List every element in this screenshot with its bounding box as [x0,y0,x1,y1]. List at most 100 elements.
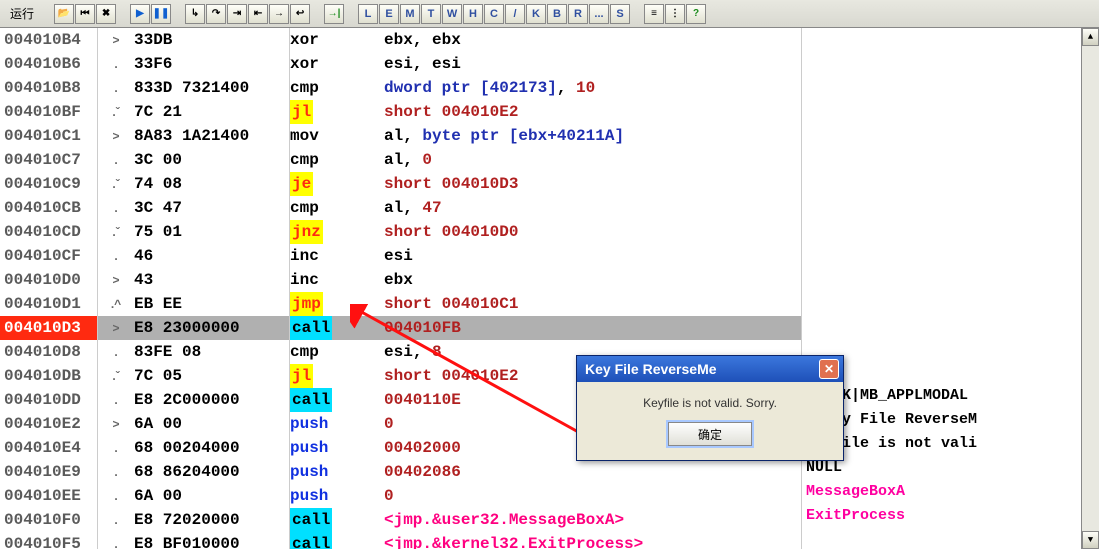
disasm-row[interactable]: 004010D3>E8 23000000call004010FB [0,316,801,340]
address-cell: 004010CF [0,244,98,268]
tb-view-k[interactable]: K [526,4,546,24]
hex-cell: 3C 47 [134,196,290,220]
disasm-row[interactable]: 004010C9.ˇ74 08jeshort 004010D3 [0,172,801,196]
scroll-down-icon[interactable]: ▼ [1082,531,1099,549]
address-cell: 004010C7 [0,148,98,172]
tb-view-e[interactable]: E [379,4,399,24]
tb-view-c[interactable]: C [484,4,504,24]
tb-rewind-icon[interactable]: ⏮ [75,4,95,24]
disasm-row[interactable]: 004010BF.ˇ7C 21jlshort 004010E2 [0,100,801,124]
tb-trace2-icon[interactable]: ⇤ [248,4,268,24]
disasm-row[interactable]: 004010D1.^EB EEjmpshort 004010C1 [0,292,801,316]
disasm-row[interactable]: 004010D0>43incebx [0,268,801,292]
mark-cell: .ˇ [98,172,134,196]
tb-stepinto-icon[interactable]: ↳ [185,4,205,24]
tb-view-...[interactable]: ... [589,4,609,24]
disasm-row[interactable]: 004010CF.46incesi [0,244,801,268]
tb-goto-icon[interactable]: →| [324,4,344,24]
tb-view-m[interactable]: M [400,4,420,24]
disasm-row[interactable]: 004010C7.3C 00cmpal, 0 [0,148,801,172]
hex-cell: 833D 7321400 [134,76,290,100]
tb-help-icon[interactable]: ? [686,4,706,24]
mnemonic-cell: inc [290,268,384,292]
hex-cell: 75 01 [134,220,290,244]
mnemonic-cell: mov [290,124,384,148]
hex-cell: 33DB [134,28,290,52]
ok-button[interactable]: 确定 [668,422,752,446]
disasm-row[interactable]: 004010CB.3C 47cmpal, 47 [0,196,801,220]
disasm-row[interactable]: 004010F5.E8 BF010000call<jmp.&kernel32.E… [0,532,801,549]
address-cell: 004010C1 [0,124,98,148]
mnemonic-cell: inc [290,244,384,268]
tb-view-t[interactable]: T [421,4,441,24]
tb-opts-icon[interactable]: ⋮ [665,4,685,24]
operands-cell: esi, esi [384,52,801,76]
hex-cell: E8 72020000 [134,508,290,532]
tb-view-w[interactable]: W [442,4,462,24]
mnemonic-cell: jnz [290,220,384,244]
mark-cell: . [98,436,134,460]
mark-cell: > [98,28,134,52]
disasm-pane[interactable]: 004010B4>33DBxorebx, ebx004010B6.33F6xor… [0,28,801,549]
address-cell: 004010EE [0,484,98,508]
operands-cell: short 004010C1 [384,292,801,316]
mark-cell: . [98,244,134,268]
scroll-track[interactable] [1082,46,1099,531]
hex-cell: E8 2C000000 [134,388,290,412]
tb-run-icon[interactable]: ▶ [130,4,150,24]
mark-cell: .ˇ [98,100,134,124]
disasm-row[interactable]: 004010E9.68 86204000push00402086 [0,460,801,484]
tb-view-h[interactable]: H [463,4,483,24]
hex-cell: EB EE [134,292,290,316]
disasm-row[interactable]: 004010C1>8A83 1A21400moval, byte ptr [eb… [0,124,801,148]
mark-cell: .ˇ [98,220,134,244]
tb-view-s[interactable]: S [610,4,630,24]
info-line: ExitProcess [802,504,905,528]
tb-stepover-icon[interactable]: ↷ [206,4,226,24]
disasm-row[interactable]: 004010B4>33DBxorebx, ebx [0,28,801,52]
tb-list-icon[interactable]: ≡ [644,4,664,24]
hex-cell: E8 23000000 [134,316,290,340]
tb-view-/[interactable]: / [505,4,525,24]
disasm-row[interactable]: 004010F0.E8 72020000call<jmp.&user32.Mes… [0,508,801,532]
disasm-row[interactable]: 004010B8.833D 7321400cmpdword ptr [40217… [0,76,801,100]
address-cell: 004010F5 [0,532,98,549]
address-cell: 004010B4 [0,28,98,52]
info-line: MessageBoxA [802,480,905,504]
tb-runto-icon[interactable]: → [269,4,289,24]
operands-cell: ebx [384,268,801,292]
operands-cell: al, 47 [384,196,801,220]
tb-trace1-icon[interactable]: ⇥ [227,4,247,24]
disasm-row[interactable]: 004010CD.ˇ75 01jnzshort 004010D0 [0,220,801,244]
scroll-up-icon[interactable]: ▲ [1082,28,1099,46]
hex-cell: E8 BF010000 [134,532,290,549]
mnemonic-cell: cmp [290,196,384,220]
tb-view-b[interactable]: B [547,4,567,24]
address-cell: 004010D1 [0,292,98,316]
tb-open-icon[interactable]: 📂 [54,4,74,24]
operands-cell: dword ptr [402173], 10 [384,76,801,100]
tb-stop-icon[interactable]: ✖ [96,4,116,24]
tb-return-icon[interactable]: ↩ [290,4,310,24]
toolbar: 运行 📂 ⏮ ✖ ▶ ❚❚ ↳ ↷ ⇥ ⇤ → ↩ →| LEMTWHC/KBR… [0,0,1099,28]
operands-cell: <jmp.&user32.MessageBoxA> [384,508,801,532]
address-cell: 004010F0 [0,508,98,532]
close-icon[interactable]: ✕ [819,359,839,379]
dialog-titlebar[interactable]: Key File ReverseMe ✕ [577,356,843,382]
mark-cell: . [98,196,134,220]
hex-cell: 6A 00 [134,484,290,508]
tb-view-l[interactable]: L [358,4,378,24]
disasm-row[interactable]: 004010EE.6A 00push0 [0,484,801,508]
vscrollbar[interactable]: ▲ ▼ [1081,28,1099,549]
tb-view-r[interactable]: R [568,4,588,24]
mark-cell: . [98,340,134,364]
hex-cell: 74 08 [134,172,290,196]
mnemonic-cell: call [290,388,384,412]
mnemonic-cell: xor [290,28,384,52]
disasm-row[interactable]: 004010B6.33F6xoresi, esi [0,52,801,76]
mnemonic-cell: je [290,172,384,196]
mark-cell: . [98,460,134,484]
address-cell: 004010B8 [0,76,98,100]
tb-pause-icon[interactable]: ❚❚ [151,4,171,24]
hex-cell: 6A 00 [134,412,290,436]
